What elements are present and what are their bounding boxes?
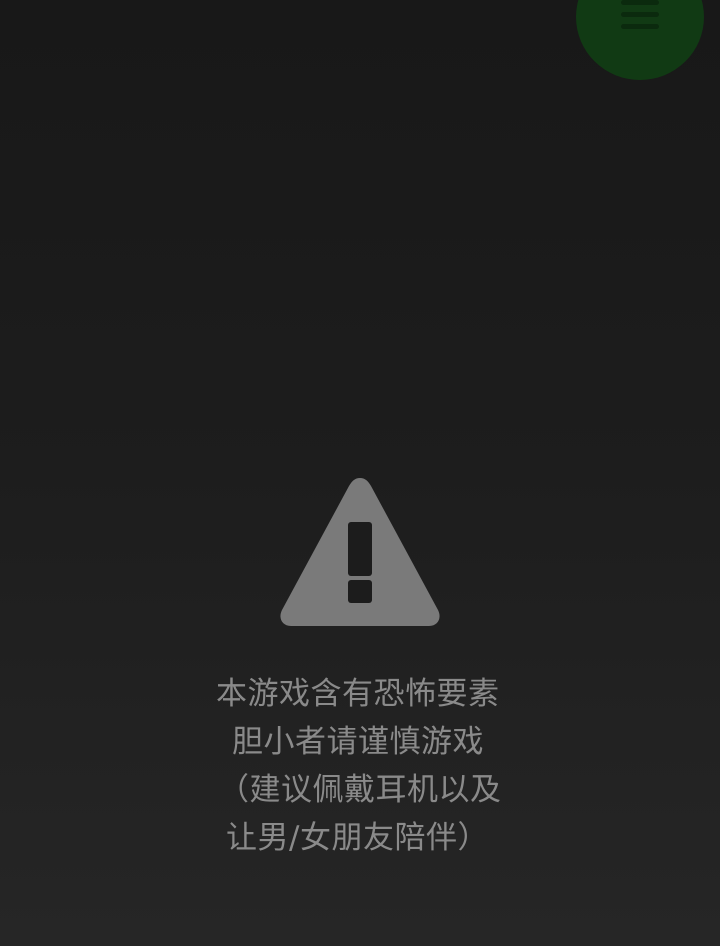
warning-message: 本游戏含有恐怖要素 胆小者请谨慎游戏 （建议佩戴耳机以及 让男/女朋友陪伴）: [160, 670, 560, 862]
warning-line-2: 胆小者请谨慎游戏: [232, 724, 484, 760]
game-warning-screen: 本游戏含有恐怖要素 胆小者请谨慎游戏 （建议佩戴耳机以及 让男/女朋友陪伴）: [0, 0, 720, 946]
menu-button[interactable]: [576, 0, 704, 80]
warning-line-3: （建议佩戴耳机以及: [218, 772, 502, 808]
warning-triangle-icon: [280, 478, 440, 626]
menu-icon: [621, 0, 659, 29]
warning-line-1: 本游戏含有恐怖要素: [216, 676, 500, 712]
warning-line-4: 让男/女朋友陪伴）: [226, 820, 489, 856]
